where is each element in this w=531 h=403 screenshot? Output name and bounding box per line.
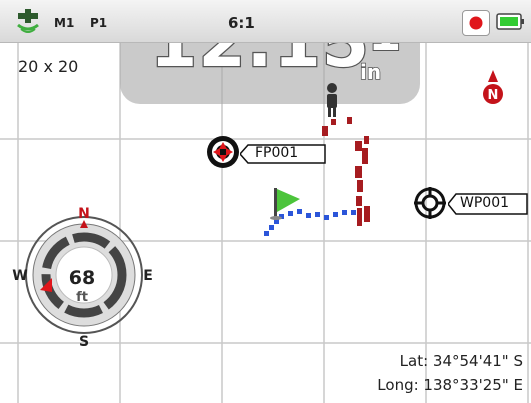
findpoint-icon[interactable]: [204, 133, 244, 173]
waypoint-icon[interactable]: [413, 186, 449, 222]
compass-west: W: [12, 268, 27, 284]
waypoint-label: WP001: [460, 195, 510, 211]
longitude: Long: 138°33'25" E: [377, 376, 523, 394]
target-distance-unit: ft: [76, 290, 88, 305]
compass: N S E W 68 ft: [12, 206, 153, 350]
player-icon: [327, 83, 337, 117]
flag-icon[interactable]: [270, 188, 300, 220]
compass-south: S: [79, 334, 89, 350]
findpoint-label: FP001: [255, 145, 299, 161]
compass-north: N: [78, 206, 90, 222]
red-trail: [322, 117, 370, 226]
blue-trail: [264, 209, 356, 236]
target-distance: 68: [69, 267, 95, 289]
metal-detector-screen: 12.15 1 in M1 P1 6:1 20 x 20 N: [0, 0, 531, 403]
compass-east: E: [143, 268, 153, 284]
waypoint-tag[interactable]: WP001: [448, 193, 528, 215]
findpoint-tag[interactable]: FP001: [240, 144, 326, 164]
latitude: Lat: 34°54'41" S: [399, 352, 523, 370]
gps-coordinates: Lat: 34°54'41" S Long: 138°33'25" E: [377, 349, 523, 397]
